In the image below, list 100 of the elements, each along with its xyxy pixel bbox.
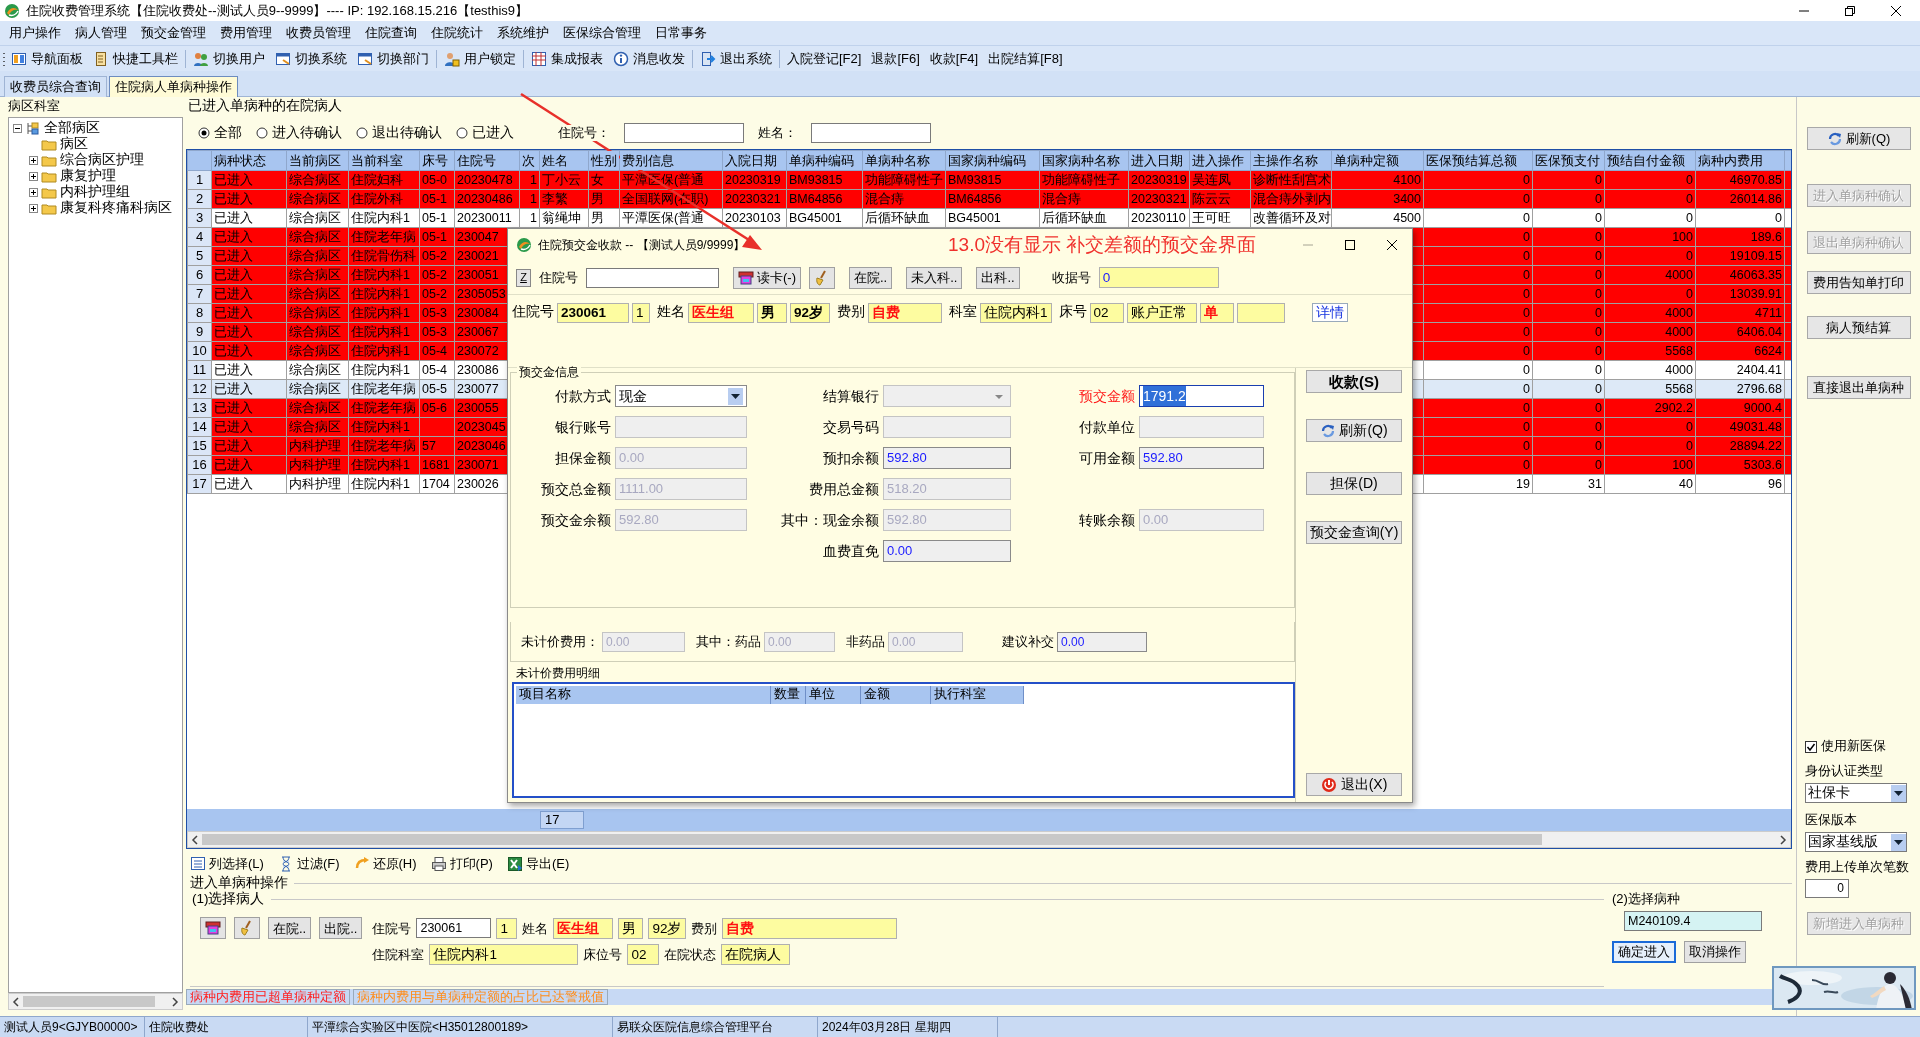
column-header[interactable]: 当前科室 — [348, 150, 420, 171]
tree-item[interactable]: 内科护理组 — [60, 183, 130, 201]
column-header[interactable]: 单病种定额 — [1331, 150, 1424, 171]
dropdown[interactable]: 社保卡 — [1805, 783, 1907, 803]
toolbar-button[interactable]: 打印(P) — [430, 856, 493, 872]
button[interactable]: 刷新(Q) — [1306, 419, 1402, 442]
key-button[interactable]: Z — [516, 268, 531, 287]
button[interactable]: 在院.. — [268, 917, 312, 940]
expand-icon[interactable] — [29, 187, 38, 197]
scroll-thumb[interactable] — [202, 834, 1542, 845]
toolbar-button[interactable]: 入院登记[F2] — [782, 49, 867, 68]
button[interactable]: 病人预结算 — [1806, 316, 1911, 339]
button[interactable]: 收款(S) — [1306, 370, 1402, 393]
details-link[interactable]: 详情 — [1311, 303, 1348, 322]
menu-item[interactable]: 用户操作 — [4, 23, 70, 43]
column-header[interactable]: 当前病区 — [286, 150, 349, 171]
card-reader-button[interactable] — [200, 917, 226, 940]
close-icon[interactable] — [1386, 239, 1398, 251]
button[interactable]: 费用告知单打印 — [1806, 271, 1911, 294]
collapse-icon[interactable] — [13, 123, 22, 133]
toolbar-button[interactable]: 用户锁定 — [439, 49, 521, 68]
scroll-left-icon[interactable] — [12, 996, 20, 1007]
column-header[interactable]: 预结自付金额 — [1604, 150, 1696, 171]
column-header[interactable]: 医保预支付 — [1532, 150, 1605, 171]
input-field[interactable]: 592.80 — [883, 447, 1011, 469]
column-header[interactable]: 姓名 — [539, 150, 589, 171]
close-icon[interactable] — [1890, 4, 1902, 17]
button[interactable]: 在院.. — [849, 266, 893, 289]
button[interactable]: 出院.. — [319, 917, 363, 940]
radio-button[interactable]: 已进入 — [456, 124, 514, 142]
restore-icon[interactable] — [1844, 4, 1856, 17]
button[interactable]: 预交金查询(Y) — [1306, 521, 1402, 544]
input-field[interactable] — [624, 123, 744, 143]
column-header[interactable]: 进入操作 — [1189, 150, 1251, 171]
toolbar-button[interactable]: 退出系统 — [695, 49, 777, 68]
toolbar-button[interactable]: 过滤(F) — [277, 856, 340, 872]
tree-item[interactable]: 病区 — [60, 135, 88, 153]
button[interactable]: 出科.. — [976, 266, 1020, 289]
toolbar-button[interactable]: 导航面板 — [6, 49, 88, 68]
column-header[interactable]: 执行科室 — [931, 686, 1024, 705]
button[interactable]: 退出(X) — [1306, 773, 1402, 796]
input-field[interactable] — [811, 123, 931, 143]
tree-item[interactable]: 康复护理 — [60, 167, 116, 185]
input-field[interactable]: 0 — [1805, 879, 1849, 898]
toolbar-button[interactable]: 消息收发 — [608, 49, 690, 68]
column-header[interactable]: 费别信息 — [619, 150, 723, 171]
toolbar-button[interactable]: 快捷工具栏 — [88, 49, 183, 68]
column-header[interactable]: 数量 — [771, 686, 806, 705]
toolbar-button[interactable]: 收款[F4] — [924, 49, 984, 68]
menu-item[interactable]: 预交金管理 — [136, 23, 215, 43]
toolbar-button[interactable]: 列选择(L) — [190, 856, 264, 872]
toolbar-button[interactable]: 集成报表 — [526, 49, 608, 68]
input-field[interactable]: 230061 — [416, 918, 492, 939]
button[interactable]: 刷新(Q) — [1806, 127, 1911, 150]
scroll-right-icon[interactable] — [171, 996, 179, 1007]
column-header[interactable]: 住院号 — [454, 150, 520, 171]
clear-button[interactable] — [234, 917, 260, 940]
column-header[interactable]: 进入日期 — [1128, 150, 1190, 171]
toolbar-button[interactable]: 退款[F6] — [866, 49, 925, 68]
menu-item[interactable]: 病人管理 — [70, 23, 136, 43]
checkbox[interactable]: 使用新医保 — [1805, 739, 1920, 754]
input-field[interactable]: M240109.4 — [1624, 910, 1762, 931]
input-field[interactable]: 592.80 — [1139, 447, 1264, 469]
toolbar-button[interactable]: 还原(H) — [353, 856, 417, 872]
column-header[interactable]: 入院日期 — [722, 150, 787, 171]
button[interactable]: 取消操作 — [1684, 940, 1746, 963]
button[interactable]: 未入科.. — [906, 266, 963, 289]
scroll-left-icon[interactable] — [191, 834, 199, 845]
scroll-right-icon[interactable] — [1779, 834, 1787, 845]
dropdown[interactable]: 国家基线版 — [1805, 832, 1907, 852]
column-header[interactable]: 性别 — [588, 150, 620, 171]
column-header[interactable]: 单病种名称 — [862, 150, 946, 171]
button[interactable]: 担保(D) — [1306, 472, 1402, 495]
toolbar-button[interactable]: 切换用户 — [188, 49, 270, 68]
column-header[interactable]: 主操作名称 — [1250, 150, 1332, 171]
expand-icon[interactable] — [29, 203, 38, 213]
column-header[interactable]: 医保预结算总额 — [1423, 150, 1533, 171]
radio-button[interactable]: 全部 — [198, 124, 242, 142]
menu-item[interactable]: 日常事务 — [650, 23, 716, 43]
expand-icon[interactable] — [29, 171, 38, 181]
tree-item[interactable]: 康复科疼痛科病区 — [60, 199, 172, 217]
clear-button[interactable] — [809, 266, 835, 289]
column-header[interactable]: 病种内费用 — [1695, 150, 1785, 171]
menu-item[interactable]: 住院统计 — [426, 23, 492, 43]
input-field[interactable]: 0.00 — [883, 540, 1011, 562]
expand-icon[interactable] — [29, 155, 38, 165]
menu-item[interactable]: 医保综合管理 — [558, 23, 650, 43]
menu-item[interactable]: 收费员管理 — [281, 23, 360, 43]
tree-item[interactable]: 综合病区护理 — [60, 151, 144, 169]
maximize-icon[interactable] — [1344, 239, 1356, 251]
column-header[interactable]: 床号 — [419, 150, 455, 171]
menu-item[interactable]: 系统维护 — [492, 23, 558, 43]
tree-item[interactable]: 全部病区 — [44, 119, 100, 137]
column-header[interactable]: 次 — [519, 150, 540, 171]
menu-item[interactable]: 费用管理 — [215, 23, 281, 43]
input-field[interactable]: 1791.2 — [1139, 385, 1264, 407]
input-field[interactable]: 0.00 — [1057, 631, 1147, 652]
toolbar-button[interactable]: 切换部门 — [352, 49, 434, 68]
radio-button[interactable]: 进入待确认 — [256, 124, 342, 142]
column-header[interactable]: 国家病种名称 — [1039, 150, 1129, 171]
